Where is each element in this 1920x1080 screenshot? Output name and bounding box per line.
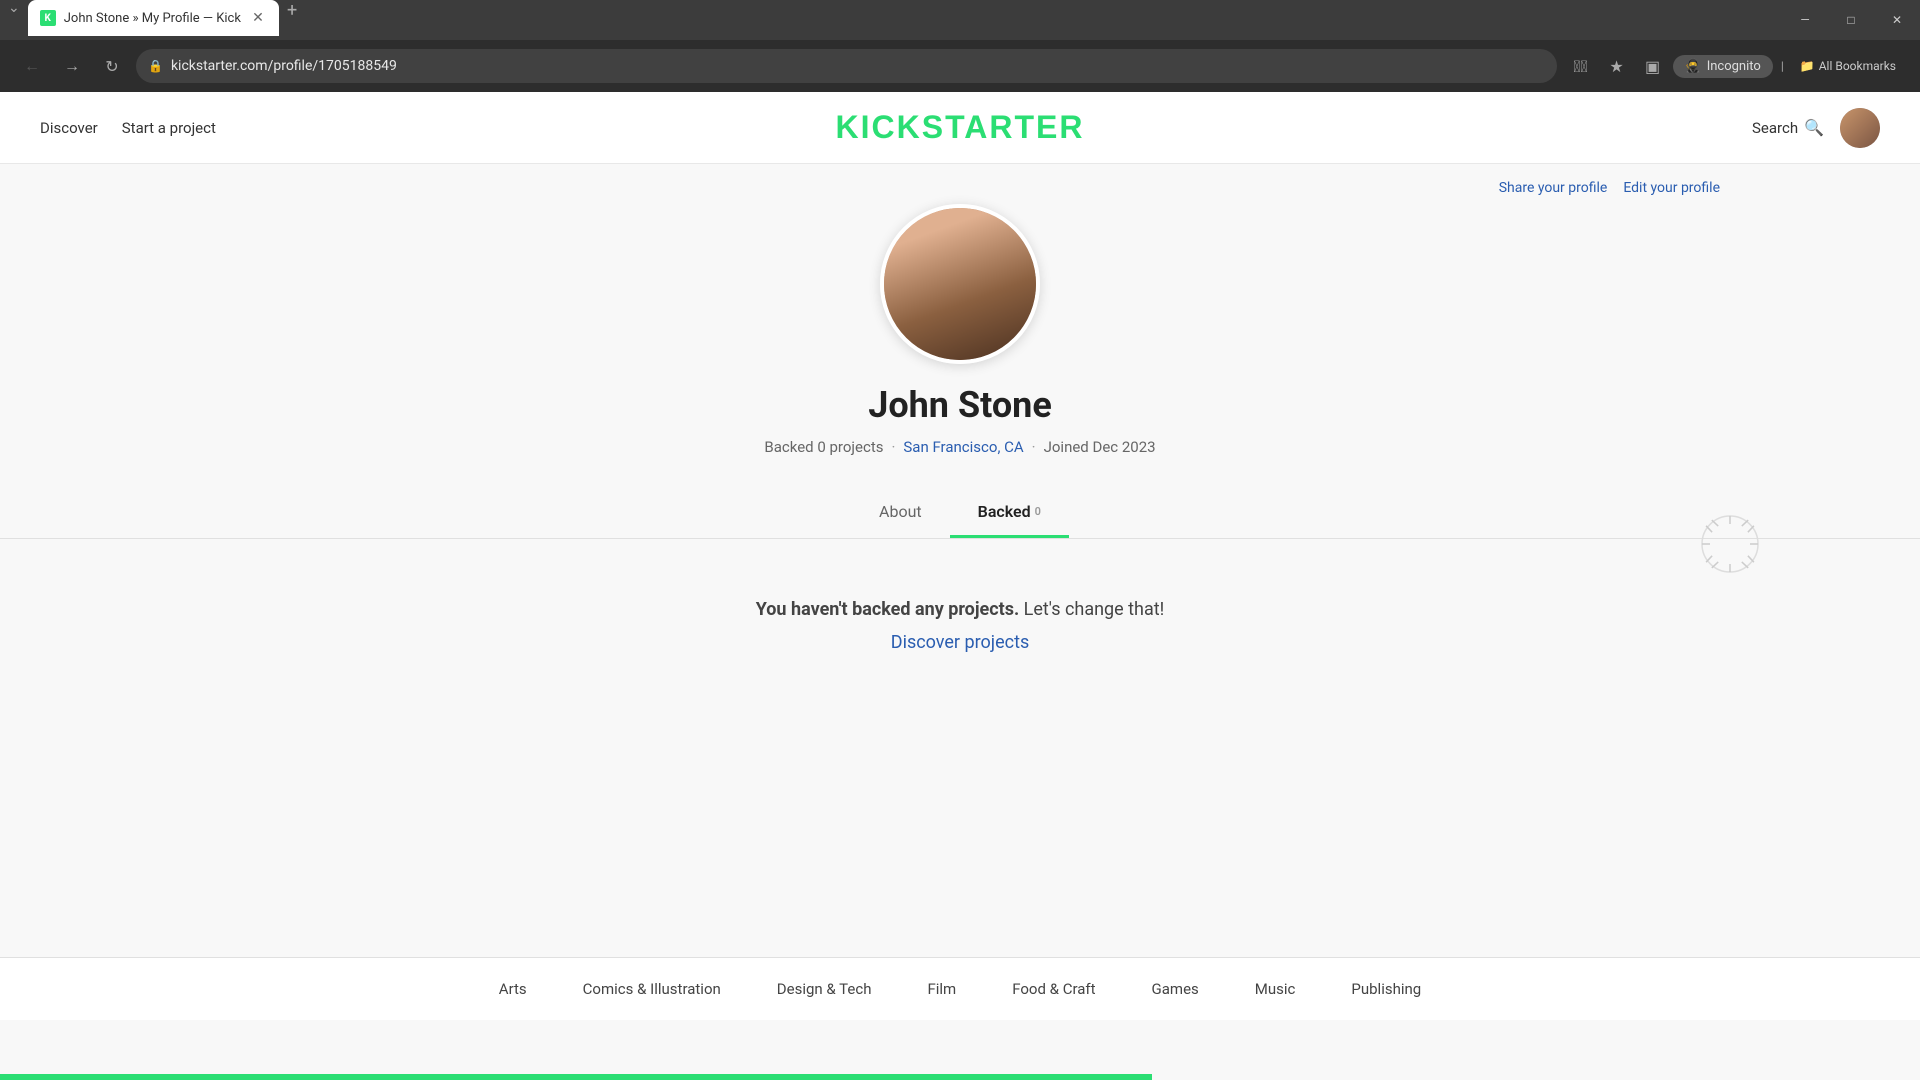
- backed-badge: 0: [1035, 505, 1041, 518]
- spinner-svg: [1700, 514, 1760, 574]
- footer-category-link[interactable]: Games: [1124, 958, 1227, 1020]
- new-tab-button[interactable]: +: [279, 0, 305, 40]
- minimize-button[interactable]: —: [1782, 4, 1828, 36]
- footer-category-link[interactable]: Music: [1227, 958, 1324, 1020]
- empty-state: You haven't backed any projects. Let's c…: [0, 539, 1920, 713]
- folder-icon: 📁: [1800, 59, 1815, 73]
- footer-category-link[interactable]: Film: [899, 958, 984, 1020]
- empty-state-rest: Let's change that!: [1024, 599, 1165, 620]
- browser-chrome: ⌄ K John Stone » My Profile — Kick ✕ + —…: [0, 0, 1920, 92]
- bookmarks-button[interactable]: 📁 All Bookmarks: [1792, 59, 1904, 73]
- profile-avatar-image: [884, 208, 1036, 360]
- eye-slash-icon[interactable]: 👁̸: [1565, 50, 1597, 82]
- search-button[interactable]: Search 🔍: [1752, 118, 1824, 137]
- search-label: Search: [1752, 119, 1798, 137]
- address-bar[interactable]: 🔒 kickstarter.com/profile/1705188549: [136, 49, 1557, 83]
- incognito-label: Incognito: [1707, 59, 1761, 74]
- toolbar-right: 👁̸ ★ ▣ 🥷 Incognito | 📁 All Bookmarks: [1565, 50, 1904, 82]
- spinner-decoration: [1700, 514, 1760, 578]
- user-avatar[interactable]: [1840, 108, 1880, 148]
- footer-category-link[interactable]: Publishing: [1323, 958, 1449, 1020]
- site-logo[interactable]: KICKSTARTER: [836, 109, 1085, 146]
- close-button[interactable]: ✕: [1874, 4, 1920, 36]
- footer-category-link[interactable]: Comics & Illustration: [555, 958, 749, 1020]
- empty-state-bold: You haven't backed any projects.: [756, 599, 1019, 620]
- incognito-button[interactable]: 🥷 Incognito: [1673, 55, 1773, 78]
- discover-projects-link[interactable]: Discover projects: [891, 632, 1030, 653]
- tab-title: John Stone » My Profile — Kick: [64, 11, 241, 26]
- site-nav-left: Discover Start a project: [40, 119, 216, 137]
- separator: |: [1777, 59, 1788, 73]
- footer-categories: ArtsComics & IllustrationDesign & TechFi…: [0, 957, 1920, 1020]
- meta-dot-2: ·: [1032, 438, 1036, 456]
- profile-section: Share your profile Edit your profile Joh…: [0, 164, 1920, 713]
- lock-icon: 🔒: [148, 59, 163, 73]
- site-nav-right: Search 🔍: [1752, 108, 1880, 148]
- profile-tabs: About Backed 0: [0, 488, 1920, 539]
- site-header: Discover Start a project KICKSTARTER Sea…: [0, 92, 1920, 164]
- active-tab[interactable]: K John Stone » My Profile — Kick ✕: [28, 0, 279, 36]
- tab-favicon: K: [40, 10, 56, 26]
- tab-about[interactable]: About: [851, 488, 950, 538]
- url-text: kickstarter.com/profile/1705188549: [171, 58, 1545, 74]
- reload-button[interactable]: ↻: [96, 50, 128, 82]
- backed-count-label: Backed 0 projects: [764, 438, 883, 456]
- meta-dot-1: ·: [891, 438, 895, 456]
- forward-button[interactable]: →: [56, 50, 88, 82]
- kickstarter-logo-text: KICKSTARTER: [836, 109, 1085, 145]
- search-icon: 🔍: [1804, 118, 1824, 137]
- bookmark-icon[interactable]: ★: [1601, 50, 1633, 82]
- page-content: Discover Start a project KICKSTARTER Sea…: [0, 92, 1920, 1080]
- tab-backed[interactable]: Backed 0: [950, 488, 1069, 538]
- location-link[interactable]: San Francisco, CA: [903, 438, 1023, 456]
- profile-name: John Stone: [868, 384, 1052, 426]
- footer-category-link[interactable]: Food & Craft: [984, 958, 1123, 1020]
- tab-spacer: [305, 0, 1782, 40]
- bookmarks-label: All Bookmarks: [1819, 59, 1896, 73]
- nav-start-project[interactable]: Start a project: [122, 119, 216, 137]
- nav-discover[interactable]: Discover: [40, 119, 98, 137]
- profile-avatar: [880, 204, 1040, 364]
- edit-profile-link[interactable]: Edit your profile: [1623, 180, 1720, 196]
- device-icon[interactable]: ▣: [1637, 50, 1669, 82]
- avatar-image: [1840, 108, 1880, 148]
- browser-toolbar: ← → ↻ 🔒 kickstarter.com/profile/17051885…: [0, 40, 1920, 92]
- tab-list-button[interactable]: ⌄: [0, 0, 28, 40]
- bottom-progress-bar: [0, 1074, 1152, 1080]
- share-profile-link[interactable]: Share your profile: [1499, 180, 1608, 196]
- back-button[interactable]: ←: [16, 50, 48, 82]
- restore-button[interactable]: □: [1828, 4, 1874, 36]
- incognito-icon: 🥷: [1685, 59, 1701, 74]
- tab-close-button[interactable]: ✕: [249, 9, 267, 27]
- footer-category-link[interactable]: Arts: [471, 958, 555, 1020]
- joined-date: Joined Dec 2023: [1044, 438, 1156, 456]
- profile-meta: Backed 0 projects · San Francisco, CA · …: [764, 438, 1155, 456]
- footer-category-link[interactable]: Design & Tech: [749, 958, 900, 1020]
- profile-actions: Share your profile Edit your profile: [1499, 180, 1720, 196]
- empty-state-text: You haven't backed any projects. Let's c…: [20, 599, 1900, 620]
